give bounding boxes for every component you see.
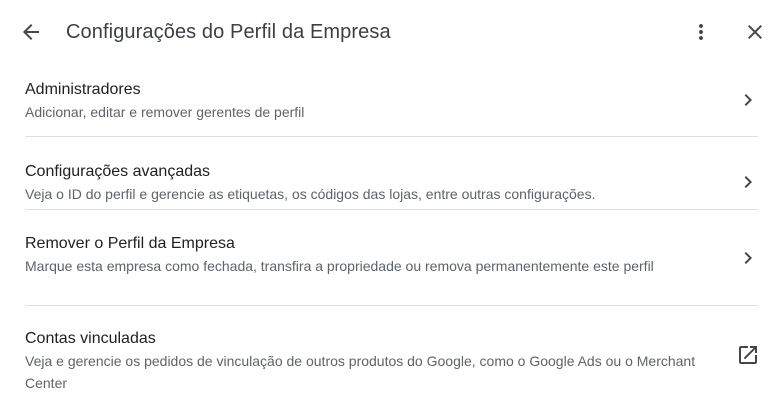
dialog-title: Configurações do Perfil da Empresa xyxy=(66,21,391,43)
settings-item-administrators[interactable]: Administradores Adicionar, editar e remo… xyxy=(25,64,758,136)
item-title: Remover o Perfil da Empresa xyxy=(25,235,235,252)
settings-item-advanced[interactable]: Configurações avançadas Veja o ID do per… xyxy=(25,136,758,209)
item-description: Veja o ID do perfil e gerencie as etique… xyxy=(25,186,596,202)
item-description: Veja e gerencie os pedidos de vinculação… xyxy=(25,353,696,391)
open-in-new-icon xyxy=(736,343,760,367)
item-description: Marque esta empresa como fechada, transf… xyxy=(25,258,654,274)
back-button[interactable] xyxy=(13,14,49,50)
arrow-back-icon xyxy=(19,20,43,44)
more-options-button[interactable] xyxy=(683,14,719,50)
business-profile-settings-dialog: Configurações do Perfil da Empresa Admin… xyxy=(0,0,782,412)
item-title: Administradores xyxy=(25,81,141,98)
chevron-right-icon xyxy=(736,88,760,112)
item-description: Adicionar, editar e remover gerentes de … xyxy=(25,104,305,120)
dialog-header: Configurações do Perfil da Empresa xyxy=(0,0,782,64)
settings-item-linked-accounts[interactable]: Contas vinculadas Veja e gerencie os ped… xyxy=(25,305,758,412)
item-title: Configurações avançadas xyxy=(25,163,211,180)
more-vert-icon xyxy=(689,20,713,44)
item-title: Contas vinculadas xyxy=(25,330,156,347)
chevron-right-icon xyxy=(736,170,760,194)
close-icon xyxy=(743,20,767,44)
chevron-right-icon xyxy=(736,246,760,270)
settings-list: Administradores Adicionar, editar e remo… xyxy=(0,64,782,412)
settings-item-remove-profile[interactable]: Remover o Perfil da Empresa Marque esta … xyxy=(25,209,758,305)
close-button[interactable] xyxy=(737,14,773,50)
